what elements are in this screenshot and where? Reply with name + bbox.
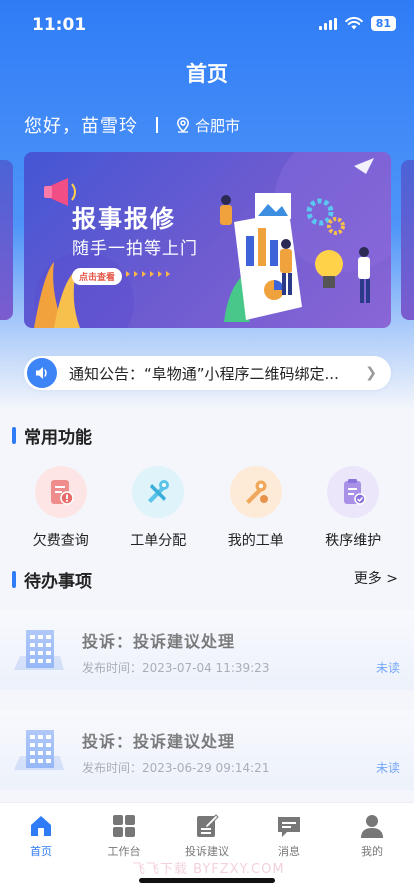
wrench-icon [229, 466, 282, 518]
more-link[interactable]: 更多 > [354, 568, 398, 588]
speaker-icon [27, 358, 57, 388]
message-icon [278, 817, 300, 837]
todo-item[interactable]: 投诉：投诉建议处理 发布时间：2023-07-04 11:39:23 未读 [0, 610, 414, 690]
section-accent-bar [12, 571, 16, 588]
bill-query-icon [34, 466, 87, 518]
notice-bar[interactable]: 通知公告：“阜物通”小程序二维码绑定... ❯ [24, 356, 391, 390]
unread-badge: 未读 [375, 661, 400, 675]
edit-document-icon [197, 814, 219, 837]
tools-icon [132, 466, 185, 518]
signal-icon [318, 17, 337, 30]
notice-text: 通知公告：“阜物通”小程序二维码绑定... [69, 364, 339, 383]
functions-section-title: 常用功能 [24, 428, 92, 448]
tab-label: 投诉建议 [185, 845, 229, 858]
functions-grid: 欠费查询 工单分配 我的工单 秩序维护 [0, 466, 414, 550]
function-label: 我的工单 [227, 533, 284, 549]
user-icon [361, 815, 383, 838]
function-label: 工单分配 [130, 533, 187, 549]
chevron-right-icon: ❯ [365, 365, 377, 381]
banner-view-button[interactable]: 点击查看 [72, 268, 123, 285]
watermark: 飞飞下载 BYFZXY.COM [132, 862, 285, 877]
home-icon [31, 816, 51, 836]
todo-title: 投诉：投诉建议处理 [82, 732, 236, 751]
wifi-icon [344, 17, 363, 30]
divider [156, 117, 158, 133]
functions-section-header: 常用功能 [12, 423, 92, 448]
function-label: 秩序维护 [325, 533, 382, 549]
todo-section-title: 待办事项 [24, 572, 92, 592]
function-my-orders[interactable]: 我的工单 [216, 466, 296, 550]
todo-item[interactable]: 投诉：投诉建议处理 发布时间：2023-06-29 09:14:21 未读 [0, 710, 414, 790]
banner-carousel[interactable]: 报事报修 随手一拍等上门 点击查看 [24, 152, 391, 328]
todo-time: 发布时间：2023-06-29 09:14:21 [82, 761, 270, 775]
home-indicator [139, 878, 275, 883]
section-accent-bar [12, 427, 16, 444]
function-label: 欠费查询 [32, 533, 89, 549]
greeting-text: 您好，苗雪玲 [24, 116, 138, 137]
todo-time: 发布时间：2023-07-04 11:39:23 [82, 661, 270, 675]
status-icons: 81 [318, 16, 396, 31]
status-time: 11:01 [32, 15, 87, 35]
building-icon [14, 630, 64, 670]
battery-indicator: 81 [370, 16, 396, 31]
banner-prev-peek[interactable] [0, 160, 13, 320]
grid-icon [113, 815, 135, 837]
tab-home[interactable]: 首页 [1, 813, 81, 859]
location-pin-icon [177, 117, 189, 133]
unread-badge: 未读 [375, 761, 400, 775]
tab-label: 工作台 [107, 845, 141, 858]
function-order-dispatch[interactable]: 工单分配 [118, 466, 198, 550]
banner-title: 报事报修 [72, 205, 176, 233]
tab-label: 消息 [278, 845, 300, 858]
checklist-icon [327, 466, 380, 518]
tab-complaints[interactable]: 投诉建议 [167, 813, 247, 859]
building-icon [14, 730, 64, 770]
tab-workbench[interactable]: 工作台 [84, 813, 164, 859]
function-bill-query[interactable]: 欠费查询 [21, 466, 101, 550]
page-title: 首页 [186, 62, 228, 86]
tab-label: 首页 [30, 845, 52, 858]
tab-messages[interactable]: 消息 [249, 813, 329, 859]
greeting-row: 您好，苗雪玲 合肥市 [24, 112, 240, 138]
banner-next-peek[interactable] [401, 160, 414, 320]
tab-label: 我的 [361, 845, 383, 858]
banner-subtitle: 随手一拍等上门 [72, 239, 198, 259]
function-order-maintenance[interactable]: 秩序维护 [313, 466, 393, 550]
city-label[interactable]: 合肥市 [195, 115, 240, 136]
status-bar: 11:01 81 [0, 0, 414, 48]
todo-section-header: 待办事项 [12, 567, 92, 592]
tab-profile[interactable]: 我的 [332, 813, 412, 859]
todo-title: 投诉：投诉建议处理 [82, 632, 236, 651]
